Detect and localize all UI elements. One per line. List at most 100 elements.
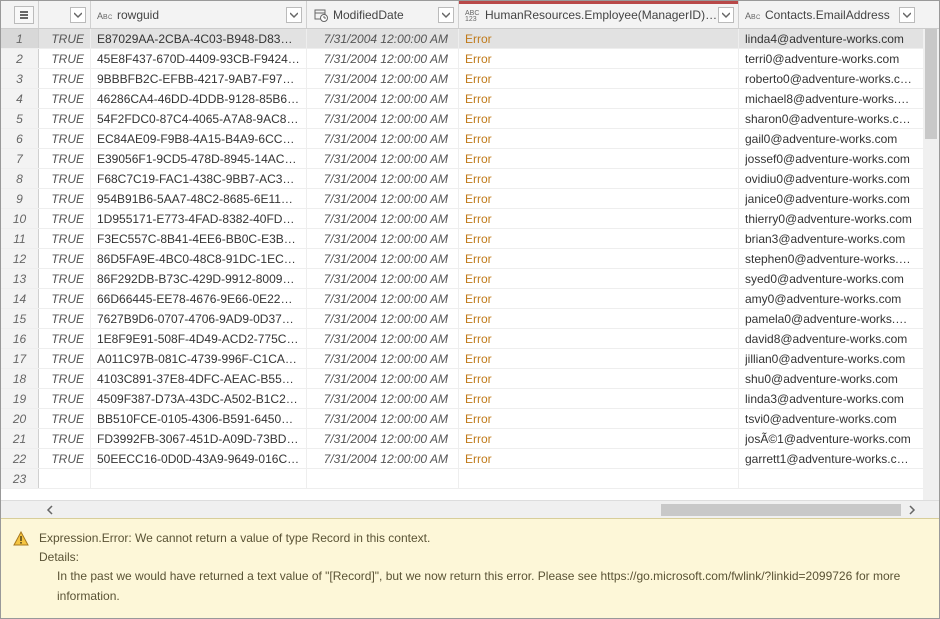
cell-title-error[interactable]: Error bbox=[459, 189, 739, 208]
cell-rowguid[interactable]: 86F292DB-B73C-429D-9912-800994D80... bbox=[91, 269, 307, 288]
cell-flag[interactable]: TRUE bbox=[39, 329, 91, 348]
table-row[interactable]: 12TRUE86D5FA9E-4BC0-48C8-91DC-1EC467418.… bbox=[1, 249, 939, 269]
cell-flag[interactable]: TRUE bbox=[39, 49, 91, 68]
cell-rowguid[interactable]: 4103C891-37E8-4DFC-AEAC-B55E2BC1B... bbox=[91, 369, 307, 388]
table-row[interactable]: 9TRUE954B91B6-5AA7-48C2-8685-6E11C6E5C..… bbox=[1, 189, 939, 209]
table-row[interactable]: 8TRUEF68C7C19-FAC1-438C-9BB7-AC33FCC34..… bbox=[1, 169, 939, 189]
scroll-right-icon[interactable] bbox=[903, 501, 921, 518]
cell-flag[interactable]: TRUE bbox=[39, 129, 91, 148]
row-selector-header[interactable] bbox=[1, 1, 39, 28]
column-header-flag[interactable] bbox=[39, 1, 91, 28]
cell-rowguid[interactable]: A011C97B-081C-4739-996F-C1CAC4532F... bbox=[91, 349, 307, 368]
cell-modifieddate[interactable]: 7/31/2004 12:00:00 AM bbox=[307, 389, 459, 408]
cell-modifieddate[interactable]: 7/31/2004 12:00:00 AM bbox=[307, 209, 459, 228]
cell-rowguid[interactable]: E87029AA-2CBA-4C03-B948-D83AF0313... bbox=[91, 29, 307, 48]
table-row[interactable]: 5TRUE54F2FDC0-87C4-4065-A7A8-9AC8EA624..… bbox=[1, 109, 939, 129]
cell-flag[interactable]: TRUE bbox=[39, 409, 91, 428]
cell-rowguid[interactable]: FD3992FB-3067-451D-A09D-73BD53C0F... bbox=[91, 429, 307, 448]
cell-email[interactable]: linda3@adventure-works.com bbox=[739, 389, 919, 408]
row-number[interactable]: 20 bbox=[1, 409, 39, 428]
cell-rowguid[interactable]: 54F2FDC0-87C4-4065-A7A8-9AC8EA624... bbox=[91, 109, 307, 128]
cell-flag[interactable]: TRUE bbox=[39, 389, 91, 408]
cell-title-error[interactable]: Error bbox=[459, 89, 739, 108]
cell-flag[interactable]: TRUE bbox=[39, 189, 91, 208]
cell-rowguid[interactable]: 50EECC16-0D0D-43A9-9649-016C06DE8... bbox=[91, 449, 307, 468]
filter-dropdown-icon[interactable] bbox=[70, 7, 86, 23]
row-number[interactable]: 7 bbox=[1, 149, 39, 168]
cell-email[interactable]: jossef0@adventure-works.com bbox=[739, 149, 919, 168]
table-row[interactable]: 23 bbox=[1, 469, 939, 489]
table-row[interactable]: 17TRUEA011C97B-081C-4739-996F-C1CAC4532F… bbox=[1, 349, 939, 369]
cell-modifieddate[interactable]: 7/31/2004 12:00:00 AM bbox=[307, 329, 459, 348]
scroll-thumb[interactable] bbox=[925, 29, 937, 139]
cell-flag[interactable]: TRUE bbox=[39, 149, 91, 168]
table-row[interactable]: 11TRUEF3EC557C-8B41-4EE6-BB0C-E3B93AFF81… bbox=[1, 229, 939, 249]
filter-dropdown-icon[interactable] bbox=[899, 7, 915, 23]
cell-modifieddate[interactable]: 7/31/2004 12:00:00 AM bbox=[307, 169, 459, 188]
table-row[interactable]: 1TRUEE87029AA-2CBA-4C03-B948-D83AF0313..… bbox=[1, 29, 939, 49]
filter-dropdown-icon[interactable] bbox=[438, 7, 454, 23]
cell-email[interactable]: ovidiu0@adventure-works.com bbox=[739, 169, 919, 188]
cell-modifieddate[interactable]: 7/31/2004 12:00:00 AM bbox=[307, 289, 459, 308]
cell-email[interactable]: roberto0@adventure-works.com bbox=[739, 69, 919, 88]
cell-email[interactable]: janice0@adventure-works.com bbox=[739, 189, 919, 208]
table-row[interactable]: 15TRUE7627B9D6-0707-4706-9AD9-0D37506B0.… bbox=[1, 309, 939, 329]
cell-flag[interactable]: TRUE bbox=[39, 289, 91, 308]
cell-rowguid[interactable] bbox=[91, 469, 307, 488]
row-number[interactable]: 9 bbox=[1, 189, 39, 208]
cell-title-error[interactable]: Error bbox=[459, 289, 739, 308]
cell-rowguid[interactable]: 9BBBFB2C-EFBB-4217-9AB7-F976893288... bbox=[91, 69, 307, 88]
cell-flag[interactable]: TRUE bbox=[39, 89, 91, 108]
cell-title-error[interactable]: Error bbox=[459, 329, 739, 348]
cell-flag[interactable]: TRUE bbox=[39, 229, 91, 248]
column-header-email[interactable]: ABC Contacts.EmailAddress bbox=[739, 1, 919, 28]
cell-flag[interactable]: TRUE bbox=[39, 109, 91, 128]
cell-flag[interactable]: TRUE bbox=[39, 249, 91, 268]
cell-email[interactable]: garrett1@adventure-works.com bbox=[739, 449, 919, 468]
cell-email[interactable]: linda4@adventure-works.com bbox=[739, 29, 919, 48]
row-number[interactable]: 5 bbox=[1, 109, 39, 128]
cell-title-error[interactable]: Error bbox=[459, 249, 739, 268]
cell-title-error[interactable]: Error bbox=[459, 209, 739, 228]
filter-dropdown-icon[interactable] bbox=[286, 7, 302, 23]
cell-modifieddate[interactable]: 7/31/2004 12:00:00 AM bbox=[307, 349, 459, 368]
cell-email[interactable]: syed0@adventure-works.com bbox=[739, 269, 919, 288]
cell-modifieddate[interactable]: 7/31/2004 12:00:00 AM bbox=[307, 429, 459, 448]
cell-email[interactable]: michael8@adventure-works.com bbox=[739, 89, 919, 108]
table-row[interactable]: 21TRUEFD3992FB-3067-451D-A09D-73BD53C0F.… bbox=[1, 429, 939, 449]
cell-title-error[interactable]: Error bbox=[459, 269, 739, 288]
cell-rowguid[interactable]: F68C7C19-FAC1-438C-9BB7-AC33FCC34... bbox=[91, 169, 307, 188]
cell-title-error[interactable]: Error bbox=[459, 349, 739, 368]
table-row[interactable]: 19TRUE4509F387-D73A-43DC-A502-B1C27AA1D.… bbox=[1, 389, 939, 409]
cell-title-error[interactable]: Error bbox=[459, 449, 739, 468]
horizontal-scrollbar[interactable] bbox=[1, 500, 939, 518]
scroll-left-icon[interactable] bbox=[41, 501, 59, 518]
vertical-scrollbar[interactable] bbox=[923, 29, 939, 500]
cell-email[interactable]: sharon0@adventure-works.com bbox=[739, 109, 919, 128]
table-menu-icon[interactable] bbox=[14, 6, 34, 24]
cell-title-error[interactable]: Error bbox=[459, 229, 739, 248]
cell-email[interactable]: thierry0@adventure-works.com bbox=[739, 209, 919, 228]
table-row[interactable]: 4TRUE46286CA4-46DD-4DDB-9128-85B67E98D..… bbox=[1, 89, 939, 109]
column-header-rowguid[interactable]: ABC rowguid bbox=[91, 1, 307, 28]
table-row[interactable]: 18TRUE4103C891-37E8-4DFC-AEAC-B55E2BC1B.… bbox=[1, 369, 939, 389]
cell-email[interactable]: shu0@adventure-works.com bbox=[739, 369, 919, 388]
cell-modifieddate[interactable]: 7/31/2004 12:00:00 AM bbox=[307, 449, 459, 468]
row-number[interactable]: 13 bbox=[1, 269, 39, 288]
row-number[interactable]: 22 bbox=[1, 449, 39, 468]
cell-modifieddate[interactable]: 7/31/2004 12:00:00 AM bbox=[307, 309, 459, 328]
cell-flag[interactable]: TRUE bbox=[39, 69, 91, 88]
cell-flag[interactable]: TRUE bbox=[39, 29, 91, 48]
row-number[interactable]: 21 bbox=[1, 429, 39, 448]
cell-title-error[interactable]: Error bbox=[459, 129, 739, 148]
cell-title-error[interactable]: Error bbox=[459, 389, 739, 408]
table-row[interactable]: 2TRUE45E8F437-670D-4409-93CB-F9424A40D..… bbox=[1, 49, 939, 69]
row-number[interactable]: 8 bbox=[1, 169, 39, 188]
cell-email[interactable]: stephen0@adventure-works.com bbox=[739, 249, 919, 268]
cell-flag[interactable]: TRUE bbox=[39, 369, 91, 388]
cell-title-error[interactable]: Error bbox=[459, 109, 739, 128]
cell-modifieddate[interactable]: 7/31/2004 12:00:00 AM bbox=[307, 409, 459, 428]
cell-modifieddate[interactable]: 7/31/2004 12:00:00 AM bbox=[307, 149, 459, 168]
table-row[interactable]: 20TRUEBB510FCE-0105-4306-B591-6450D9EBF4… bbox=[1, 409, 939, 429]
cell-title-error[interactable] bbox=[459, 469, 739, 488]
